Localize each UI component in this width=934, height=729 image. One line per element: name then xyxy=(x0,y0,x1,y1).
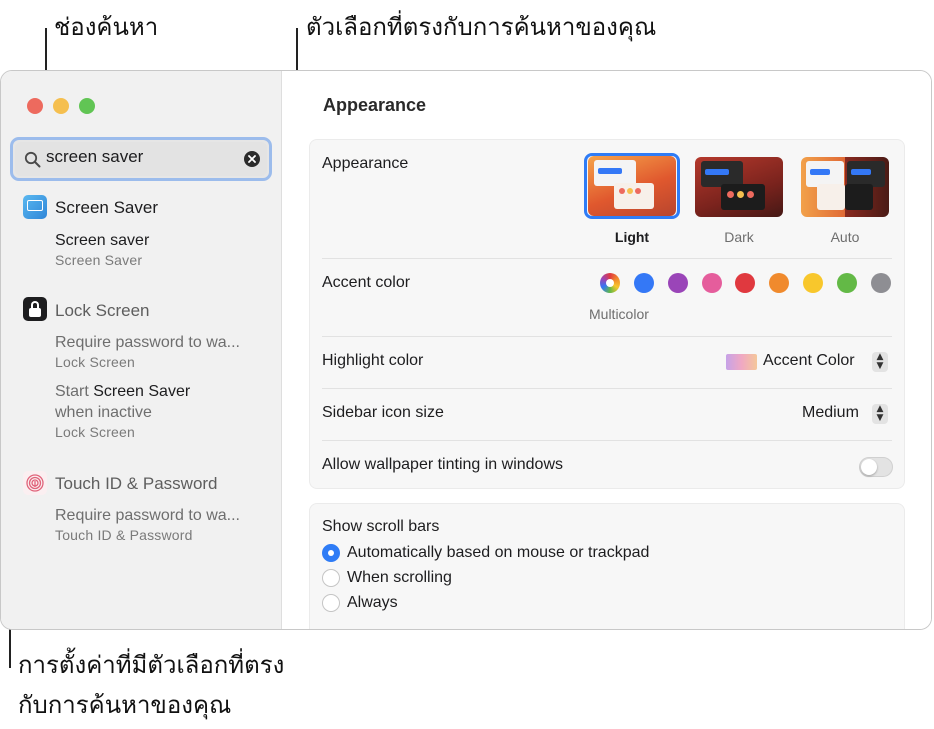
callout-matching-options-text: ตัวเลือกที่ตรงกับการค้นหาของคุณ xyxy=(306,13,657,41)
highlight-color-popup[interactable]: Accent Color xyxy=(763,352,855,370)
main-pane: Appearance Appearance Light Dark Auto Ac… xyxy=(283,71,931,629)
settings-window: Screen Saver Screen saver Screen Saver L… xyxy=(0,70,932,630)
close-button[interactable] xyxy=(27,98,43,114)
clear-x-icon[interactable] xyxy=(244,151,260,167)
result-item-title[interactable]: Start Screen Saver xyxy=(55,383,190,401)
search-input[interactable] xyxy=(46,147,226,167)
sidebar-item-touch-id[interactable]: Touch ID & Password xyxy=(55,474,218,494)
appearance-auto-label: Auto xyxy=(830,229,860,245)
scroll-bars-panel: Show scroll bars Automatically based on … xyxy=(309,503,905,629)
radio-scroll-when-scrolling[interactable] xyxy=(322,569,340,587)
radio-scroll-always-label: Always xyxy=(347,594,398,611)
result-item-caption: Screen Saver xyxy=(55,252,143,268)
appearance-light-label: Light xyxy=(614,229,650,245)
page-title: Appearance xyxy=(323,95,427,115)
accent-color-label: Accent color xyxy=(322,274,411,291)
sidebar-icon-stepper-icon[interactable]: ▲ ▼ xyxy=(872,404,888,424)
callout-settings-line1: การตั้งค่าที่มีตัวเลือกที่ตรง xyxy=(18,651,285,679)
accent-color-swatch[interactable] xyxy=(701,273,722,293)
sidebar-icon-size-popup[interactable]: Medium xyxy=(802,404,859,422)
appearance-panel: Appearance Light Dark Auto Accent color … xyxy=(309,139,905,489)
result-item-title-prefix: Start xyxy=(55,383,94,400)
appearance-dark-label: Dark xyxy=(724,229,754,245)
accent-multicolor-swatch[interactable] xyxy=(600,273,620,293)
magnifier-icon xyxy=(24,151,41,168)
fingerprint-icon xyxy=(23,471,47,495)
multicolor-caption: Multicolor xyxy=(589,306,649,322)
result-item-caption: Lock Screen xyxy=(55,354,136,370)
lock-icon xyxy=(23,297,47,321)
callout-search-field-text: ช่องค้นหา xyxy=(54,13,159,41)
search-field[interactable] xyxy=(10,137,272,181)
sidebar-item-screen-saver[interactable]: Screen Saver xyxy=(55,198,158,218)
show-scroll-bars-label: Show scroll bars xyxy=(322,518,440,535)
result-item-caption: Touch ID & Password xyxy=(55,527,193,543)
accent-color-swatch[interactable] xyxy=(735,273,756,293)
zoom-button[interactable] xyxy=(79,98,95,114)
radio-scroll-automatic[interactable] xyxy=(322,544,340,562)
highlight-stepper-icon[interactable]: ▲ ▼ xyxy=(872,352,888,372)
search-match-highlight: Screen Saver xyxy=(93,383,191,400)
accent-color-swatch[interactable] xyxy=(870,273,891,293)
accent-color-swatch[interactable] xyxy=(803,273,823,293)
result-item-title-line2: when inactive xyxy=(55,404,152,421)
result-item-title[interactable]: Require password to wa... xyxy=(55,334,240,352)
minimize-button[interactable] xyxy=(53,98,69,114)
sidebar-icon-size-label: Sidebar icon size xyxy=(322,404,444,421)
appearance-option-light[interactable] xyxy=(584,153,680,219)
sidebar-item-lock-screen[interactable]: Lock Screen xyxy=(55,301,150,321)
wallpaper-tinting-label: Allow wallpaper tinting in windows xyxy=(322,456,564,473)
radio-scroll-always[interactable] xyxy=(322,594,340,612)
accent-color-swatch[interactable] xyxy=(769,273,790,293)
accent-color-swatch[interactable] xyxy=(836,273,857,293)
appearance-option-auto[interactable] xyxy=(801,157,889,217)
radio-scroll-when-scrolling-label: When scrolling xyxy=(347,569,452,586)
result-item-caption: Lock Screen xyxy=(55,424,136,440)
wallpaper-tinting-toggle[interactable] xyxy=(859,457,893,477)
highlight-color-preview xyxy=(726,354,757,370)
appearance-option-dark[interactable] xyxy=(695,157,783,217)
accent-color-swatch[interactable] xyxy=(667,273,688,293)
highlight-color-label: Highlight color xyxy=(322,352,424,369)
screen-saver-icon xyxy=(23,195,47,219)
accent-color-swatch[interactable] xyxy=(634,273,654,293)
appearance-label: Appearance xyxy=(322,155,409,172)
callout-settings-line2: กับการค้นหาของคุณ xyxy=(18,691,232,719)
radio-scroll-automatic-label: Automatically based on mouse or trackpad xyxy=(347,544,650,561)
result-item-title[interactable]: Screen saver xyxy=(55,232,149,250)
result-item-title[interactable]: Require password to wa... xyxy=(55,507,240,525)
sidebar: Screen Saver Screen saver Screen Saver L… xyxy=(1,71,282,629)
